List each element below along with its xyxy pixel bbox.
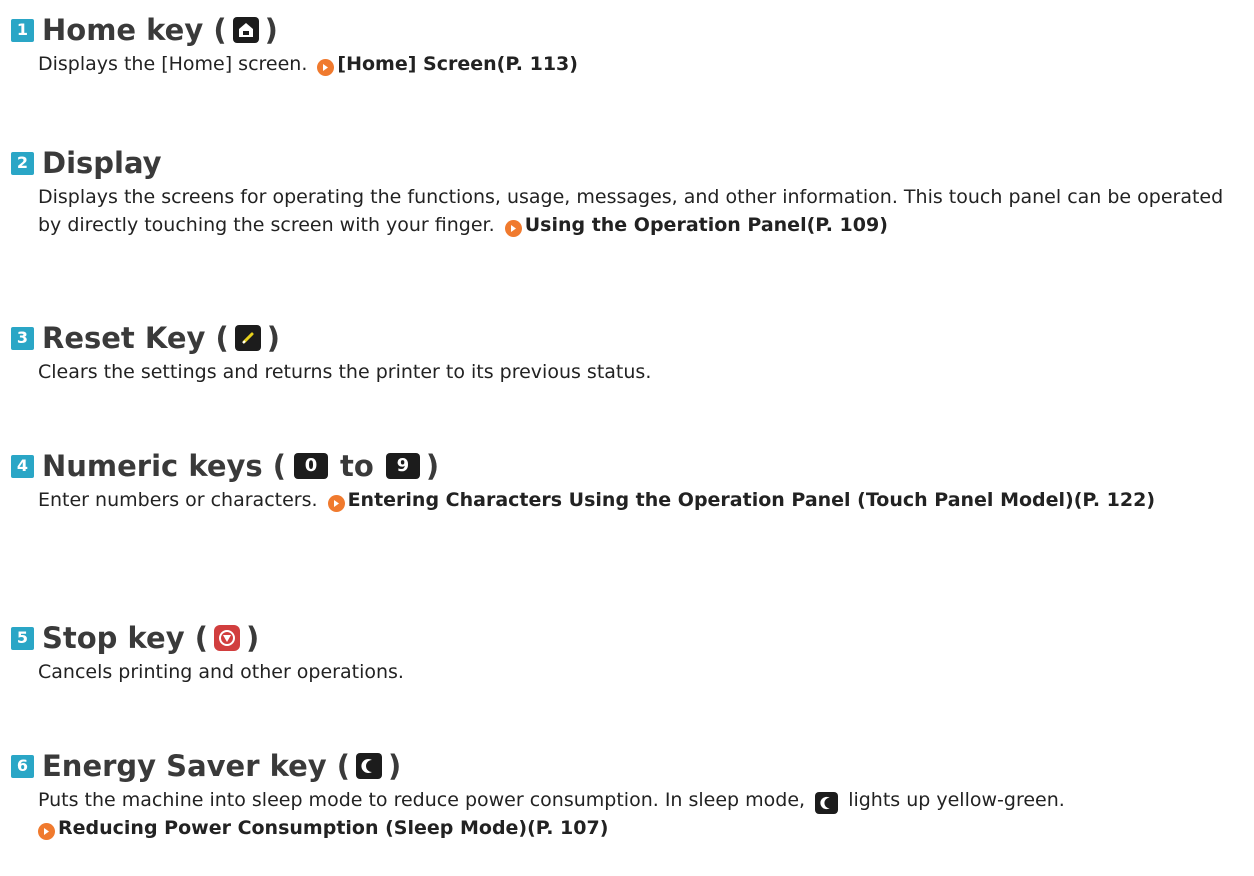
number-badge: 1 bbox=[11, 18, 34, 42]
section-energy-saver-key: 6 Energy Saver key ( ) Puts the machine … bbox=[11, 746, 1254, 842]
heading-reset-key: 3 Reset Key ( ) bbox=[11, 318, 1254, 358]
section-display: 2 Display Displays the screens for opera… bbox=[11, 143, 1254, 239]
description-text: Clears the settings and returns the prin… bbox=[38, 361, 652, 383]
description-text: lights up yellow-green. bbox=[848, 789, 1065, 811]
description: Enter numbers or characters. Entering Ch… bbox=[38, 486, 1248, 514]
heading-close: ) bbox=[245, 620, 260, 655]
description: Cancels printing and other operations. bbox=[38, 658, 1254, 686]
link-arrow-icon bbox=[38, 823, 55, 840]
heading-text: Home key ( bbox=[42, 12, 227, 47]
number-badge: 6 bbox=[11, 754, 34, 778]
stop-icon bbox=[213, 625, 240, 651]
numeric-key-zero: 0 bbox=[294, 453, 329, 479]
energy-saver-icon bbox=[356, 753, 383, 779]
heading-stop-key: 5 Stop key ( ) bbox=[11, 618, 1254, 658]
description-text: Cancels printing and other operations. bbox=[38, 661, 404, 683]
description: Clears the settings and returns the prin… bbox=[38, 358, 1254, 386]
section-numeric-keys: 4 Numeric keys ( 0 to 9 ) Enter numbers … bbox=[11, 446, 1254, 514]
energy-saver-icon bbox=[815, 792, 839, 814]
description-text: Displays the [Home] screen. bbox=[38, 53, 308, 75]
section-home-key: 1 Home key ( ) Displays the [Home] scree… bbox=[11, 10, 1254, 78]
number-badge: 4 bbox=[11, 454, 34, 478]
heading-close: ) bbox=[264, 12, 278, 47]
heading-text: Reset Key ( bbox=[42, 320, 229, 355]
description: Puts the machine into sleep mode to redu… bbox=[38, 786, 1253, 842]
heading-numeric-keys: 4 Numeric keys ( 0 to 9 ) bbox=[11, 446, 1254, 486]
description-text: Enter numbers or characters. bbox=[38, 489, 318, 511]
heading-text: Energy Saver key ( bbox=[42, 748, 351, 783]
heading-to: to bbox=[340, 448, 374, 483]
heading-display: 2 Display bbox=[11, 143, 1254, 183]
home-icon bbox=[232, 17, 259, 43]
heading-close: ) bbox=[425, 448, 440, 483]
heading-energy-saver-key: 6 Energy Saver key ( ) bbox=[11, 746, 1254, 786]
section-stop-key: 5 Stop key ( ) Cancels printing and othe… bbox=[11, 618, 1254, 686]
number-badge: 2 bbox=[11, 151, 34, 175]
heading-text: Numeric keys ( bbox=[42, 448, 287, 483]
link-arrow-icon bbox=[504, 220, 522, 237]
description: Displays the [Home] screen. [Home] Scree… bbox=[38, 50, 1254, 78]
heading-close: ) bbox=[388, 748, 402, 783]
heading-text: Display bbox=[42, 145, 162, 180]
link-arrow-icon bbox=[327, 495, 345, 512]
heading-text: Stop key ( bbox=[42, 620, 208, 655]
heading-close: ) bbox=[266, 320, 281, 355]
heading-home-key: 1 Home key ( ) bbox=[11, 10, 1254, 50]
reset-icon bbox=[234, 325, 261, 351]
section-reset-key: 3 Reset Key ( ) Clears the settings and … bbox=[11, 318, 1254, 386]
link-reducing-power[interactable]: Reducing Power Consumption (Sleep Mode)(… bbox=[58, 817, 608, 839]
description-text: Puts the machine into sleep mode to redu… bbox=[38, 789, 806, 811]
link-entering-characters[interactable]: Entering Characters Using the Operation … bbox=[348, 489, 1155, 511]
link-operation-panel[interactable]: Using the Operation Panel(P. 109) bbox=[525, 214, 888, 236]
numeric-key-nine: 9 bbox=[385, 453, 420, 479]
number-badge: 5 bbox=[11, 626, 34, 650]
link-home-screen[interactable]: [Home] Screen(P. 113) bbox=[337, 53, 578, 75]
number-badge: 3 bbox=[11, 326, 34, 350]
link-arrow-icon bbox=[317, 59, 335, 76]
description: Displays the screens for operating the f… bbox=[38, 183, 1248, 239]
